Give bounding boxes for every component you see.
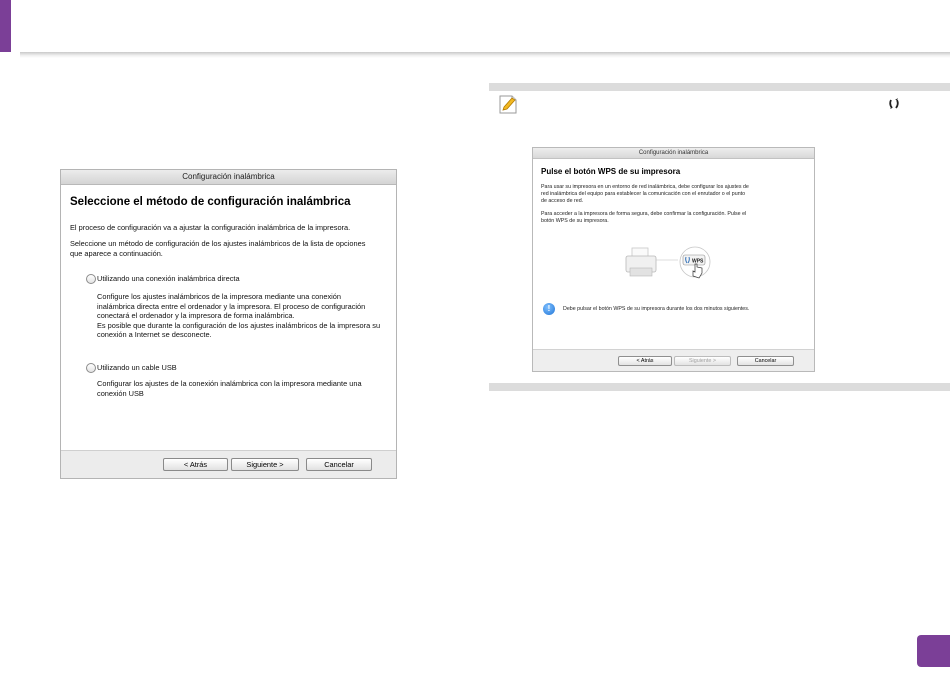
wps-para-1: Para usar su impresora en un entorno de … bbox=[541, 184, 803, 204]
cancel-button[interactable]: Cancelar bbox=[306, 458, 372, 471]
intro-text-1: El proceso de configuración va a ajustar… bbox=[70, 223, 351, 232]
dialog-heading: Seleccione el método de configuración in… bbox=[70, 196, 351, 208]
back-button[interactable]: < Atrás bbox=[163, 458, 228, 471]
wireless-setup-dialog-method: Configuración inalámbrica Seleccione el … bbox=[60, 169, 397, 479]
para-line: botón WPS de su impresora. bbox=[541, 217, 609, 224]
dialog-footer: < Atrás Siguiente > Cancelar bbox=[533, 349, 814, 371]
next-button[interactable]: Siguiente > bbox=[231, 458, 299, 471]
option-direct-wireless-desc: Configure los ajustes inalámbricos de la… bbox=[97, 292, 392, 340]
note-bottom-bar bbox=[489, 383, 950, 391]
desc-line: conectará el ordenador y la impresora de… bbox=[97, 311, 295, 321]
wps-info-text: Debe pulsar el botón WPS de su impresora… bbox=[563, 306, 750, 312]
back-button[interactable]: < Atrás bbox=[618, 356, 672, 366]
desc-line: conexión USB bbox=[97, 388, 144, 398]
intro-text-2: Seleccione un método de configuración de… bbox=[70, 239, 380, 258]
printer-wps-illustration: WPS bbox=[625, 246, 711, 279]
radio-direct-wireless[interactable] bbox=[86, 274, 96, 284]
note-top-bar bbox=[489, 83, 950, 91]
desc-line: Configure los ajustes inalámbricos de la… bbox=[97, 292, 342, 301]
info-icon: ! bbox=[543, 303, 555, 315]
note-pencil-icon bbox=[499, 95, 517, 114]
para-line: red inalámbrica del equipo para establec… bbox=[541, 190, 746, 197]
desc-line: Configurar los ajustes de la conexión in… bbox=[97, 379, 362, 388]
radio-usb-cable[interactable] bbox=[86, 363, 96, 373]
wps-label: WPS bbox=[692, 259, 704, 265]
para-line: de acceso de red. bbox=[541, 197, 584, 204]
page-header bbox=[0, 0, 950, 52]
option-direct-wireless-label: Utilizando una conexión inalámbrica dire… bbox=[97, 274, 240, 283]
cancel-button[interactable]: Cancelar bbox=[737, 356, 794, 366]
wps-icon bbox=[889, 98, 899, 109]
desc-line: conexión a Internet se desconecte. bbox=[97, 330, 212, 340]
para-line: Para acceder a la impresora de forma seg… bbox=[541, 211, 747, 217]
wireless-setup-dialog-wps: Configuración inalámbrica Pulse el botón… bbox=[532, 147, 815, 372]
option-usb-cable-label: Utilizando un cable USB bbox=[97, 363, 177, 372]
dialog-title: Configuración inalámbrica bbox=[533, 148, 814, 159]
dialog-title: Configuración inalámbrica bbox=[61, 170, 396, 185]
next-button[interactable]: Siguiente > bbox=[674, 356, 731, 366]
para-line: Para usar su impresora en un entorno de … bbox=[541, 184, 749, 190]
page-number-badge bbox=[917, 635, 950, 667]
header-divider bbox=[20, 52, 950, 58]
wps-para-2: Para acceder a la impresora de forma seg… bbox=[541, 211, 803, 225]
intro-text-2-line2: que aparece a continuación. bbox=[70, 248, 163, 258]
option-usb-cable-desc: Configurar los ajustes de la conexión in… bbox=[97, 379, 392, 398]
intro-text-2-line1: Seleccione un método de configuración de… bbox=[70, 239, 366, 248]
header-accent-bar bbox=[0, 0, 11, 52]
dialog-heading: Pulse el botón WPS de su impresora bbox=[541, 167, 681, 176]
dialog-footer: < Atrás Siguiente > Cancelar bbox=[61, 450, 396, 478]
desc-line: Es posible que durante la configuración … bbox=[97, 320, 381, 330]
desc-line: inalámbrica directa entre el ordenador y… bbox=[97, 301, 366, 311]
